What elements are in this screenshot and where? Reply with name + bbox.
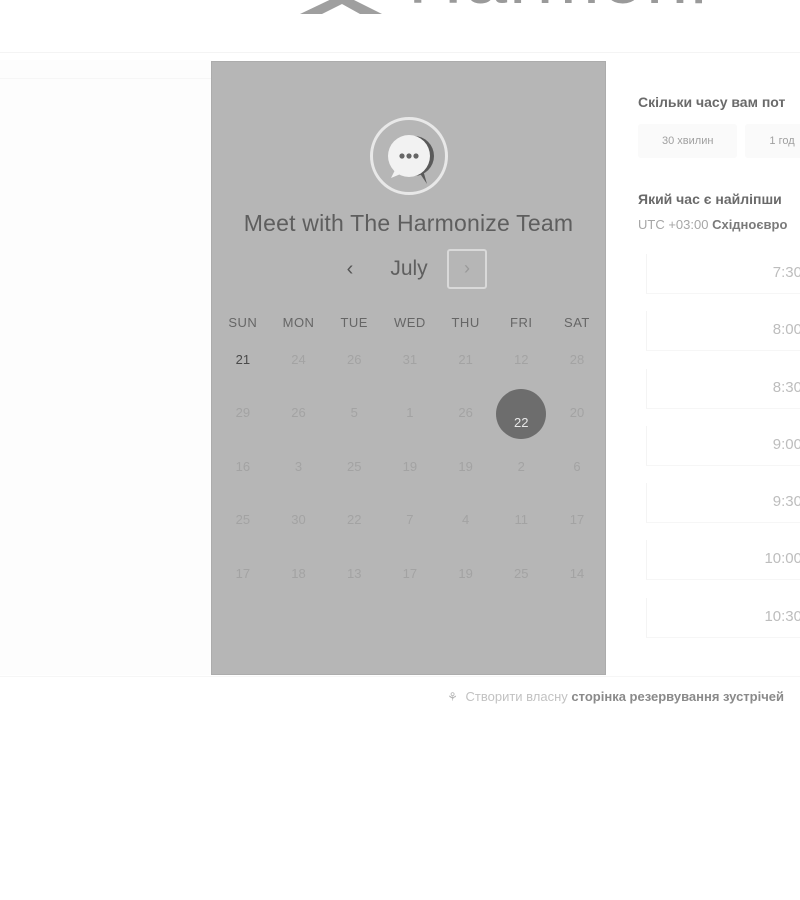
calendar-day: 3 [294,458,303,474]
calendar-day: 13 [346,565,362,581]
time-slot[interactable]: 10:00 [646,540,800,581]
calendar-day: 19 [458,565,473,581]
brand-logo: Harmoni [290,0,800,16]
weekday-label: SAT [564,315,590,330]
header-divider [0,52,800,53]
calendar-day: 17 [569,512,585,528]
calendar-day: 18 [291,565,306,581]
logo-text: Harmoni [408,0,709,16]
calendar-day: 1 [406,405,414,421]
calendar-day: 19 [402,458,418,474]
calendar-day: 19 [458,458,473,474]
calendar-day: 26 [458,405,473,421]
logo-mark-icon [300,0,382,14]
timezone-name[interactable]: Східноєвро [712,217,787,232]
time-slot[interactable]: 8:00 [646,311,800,352]
time-slot[interactable]: 7:30 [646,254,800,294]
weekday-label: WED [393,315,426,330]
calendar-day: 30 [291,512,306,528]
duration-question: Скільки часу вам пот [638,94,786,110]
weekday-label: SUN [228,315,258,330]
duration-options: 30 хвилин 1 год [638,124,800,158]
calendar-day: 6 [573,458,581,474]
avatar [370,117,448,195]
calendar-day: 25 [235,512,251,528]
weekday-label: FRI [510,315,533,330]
calendar-week: 17 18 13 17 19 25 14 [215,553,605,606]
left-divider [0,78,212,79]
prev-month-button[interactable]: ‹ [340,259,360,280]
footer-prefix: Створити власну [465,689,568,704]
time-slot-list: 7:30 8:00 8:30 9:00 9:30 10:00 10:30 [646,254,800,655]
calendar-panel: Meet with The Harmonize Team ‹ July › SU… [211,61,606,675]
calendar-day: 25 [346,458,362,474]
calendar-day: 26 [291,405,306,421]
meeting-title: Meet with The Harmonize Team [243,210,574,236]
create-meeting-page-link[interactable]: сторінка резервування зустрічей [571,689,784,704]
left-blank-area [0,60,212,675]
time-slot[interactable]: 8:30 [646,368,800,409]
calendar-day: 17 [402,565,418,581]
calendar-day: 14 [569,565,585,581]
month-label: July [390,257,428,280]
calendar-day: 12 [514,352,529,367]
calendar-day: 26 [346,352,362,367]
calendar-week: 16 3 25 19 19 2 6 [215,446,605,499]
calendar-day[interactable]: 21 [215,339,271,392]
calendar-day: 29 [235,405,251,421]
calendar-week: 29 26 5 1 26 22 20 [215,389,605,445]
time-slot[interactable]: 9:00 [646,425,800,466]
time-question: Який час є найліпши [638,191,782,207]
selected-day-number: 22 [514,415,529,431]
calendar-day: 22 [346,512,362,528]
calendar-day: 24 [291,352,306,367]
calendar-day: 25 [514,565,529,581]
next-month-button[interactable]: › [447,249,487,289]
weekday-header: SUN MON TUE WED THU FRI SAT [215,315,605,330]
timezone-offset: UTC +03:00 [638,217,709,232]
weekday-label: TUE [340,315,368,330]
weekday-label: MON [282,315,315,330]
hubspot-sprocket-icon: ⚘ [447,690,458,704]
calendar-week: 21 24 26 31 21 12 28 [215,339,605,392]
calendar-day: 20 [569,405,585,421]
calendar-day: 16 [235,458,251,474]
calendar-day-selected[interactable]: 22 [493,389,549,445]
calendar-day: 5 [350,405,358,421]
footer-divider [0,676,800,677]
calendar-day: 2 [517,458,525,474]
weekday-label: THU [451,315,480,330]
calendar-day: 28 [569,352,585,367]
calendar-day: 31 [402,352,418,367]
time-slot[interactable]: 10:30 [646,597,800,638]
duration-option-1h[interactable]: 1 год [745,124,800,158]
calendar-day: 21 [458,352,473,367]
calendar-day: 17 [235,565,251,581]
timezone-label: UTC +03:00 Східноєвро [638,217,787,232]
calendar-day: 11 [514,512,529,528]
time-slot[interactable]: 9:30 [646,483,800,524]
calendar-day: 7 [406,512,414,528]
calendar-day: 4 [461,512,470,528]
footer: ⚘ Створити власну сторінка резервування … [447,689,784,704]
chat-bubble-icon [388,135,434,184]
calendar-week: 25 30 22 7 4 11 17 [215,499,605,552]
duration-option-30min[interactable]: 30 хвилин [638,124,738,158]
calendar-grid: 21 24 26 31 21 12 28 29 26 5 1 26 22 20 … [215,339,605,606]
